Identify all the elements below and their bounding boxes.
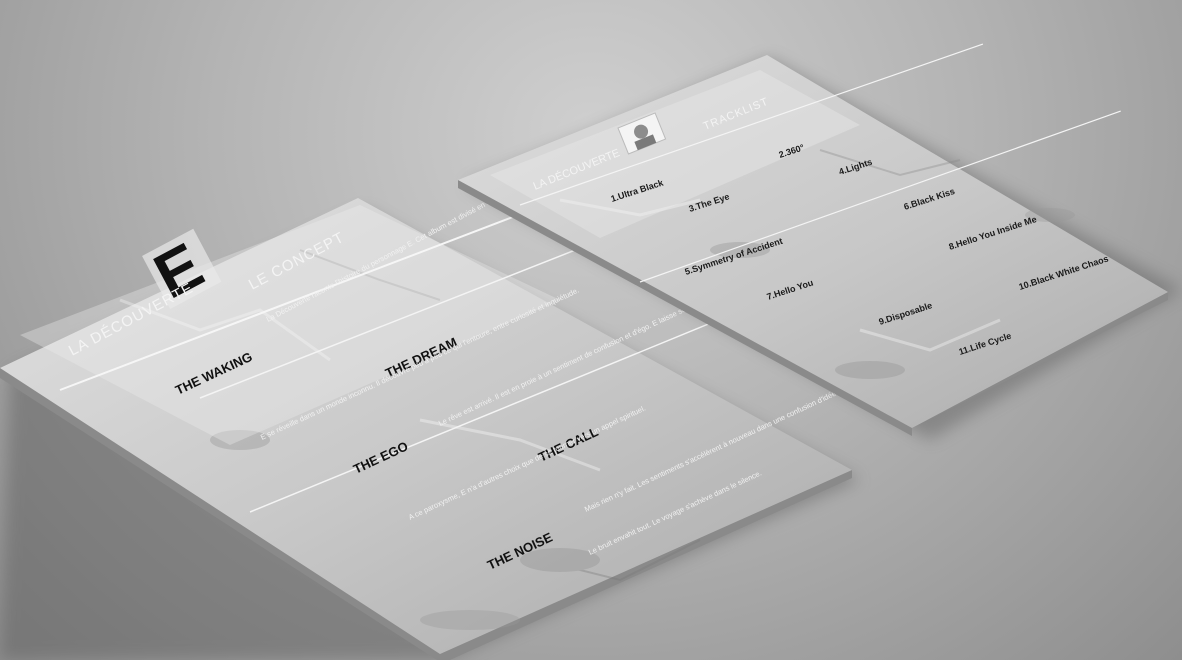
mockup-scene: E LA DÉCOUVERTE LE CONCEPT La Découverte… [0,43,1182,660]
